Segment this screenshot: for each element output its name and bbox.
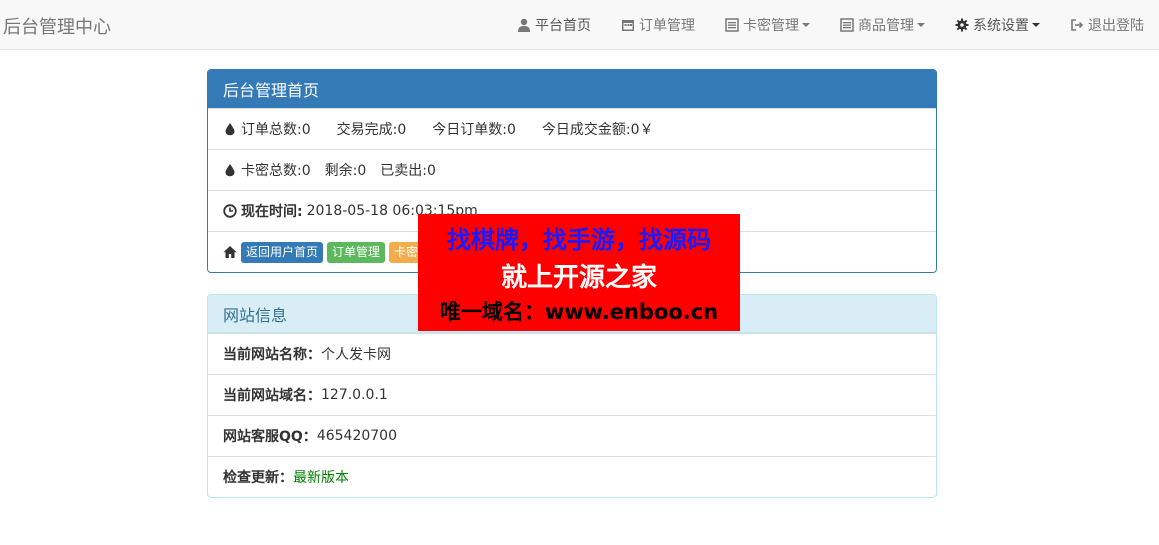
nav-label: 系统设置 [973,18,1029,34]
order-total: 订单总数:0 [241,122,311,138]
nav-label: 商品管理 [858,18,914,34]
support-qq-label: 网站客服QQ： [223,429,317,445]
site-domain-row: 当前网站域名： 127.0.0.1 [208,374,936,415]
check-update-row: 检查更新： 最新版本 [208,456,936,497]
watermark-line-3: 唯一域名：www.enboo.cn [439,300,719,324]
list-icon [840,18,854,32]
calendar-icon [622,20,634,31]
order-management-button[interactable]: 订单管理 [327,241,386,263]
list-icon [725,18,739,32]
watermark-line-1: 找棋牌，找手游，找源码 [447,226,711,254]
caret-down-icon [802,23,810,27]
logout-icon [1071,19,1084,31]
nav-label: 平台首页 [535,18,591,34]
brand-title[interactable]: 后台管理中心 [3,13,111,39]
nav-item-orders[interactable]: 订单管理 [606,0,710,50]
caret-down-icon [917,23,925,27]
cards-stats-row: 卡密总数:0 剩余:0 已卖出:0 [208,149,936,190]
main-nav: 平台首页 订单管理 卡密管理 商品管理 系统设置 退出登陆 [502,0,1159,50]
nav-label: 退出登陆 [1088,18,1144,34]
top-navbar: 后台管理中心 平台首页 订单管理 卡密管理 商品管理 系统设置 退出登陆 [0,0,1159,50]
order-today-amount: 今日成交金额:0￥ [541,122,654,138]
user-icon [518,18,530,32]
nav-item-system-settings[interactable]: 系统设置 [940,0,1055,50]
site-domain-label: 当前网站域名： [223,388,321,404]
gear-icon [955,18,969,32]
support-qq-row: 网站客服QQ： 465420700 [208,415,936,456]
caret-down-icon [1032,23,1040,27]
nav-label: 订单管理 [639,18,695,34]
site-name-label: 当前网站名称： [223,347,321,363]
card-total: 卡密总数:0 [241,163,311,179]
site-name-value: 个人发卡网 [321,347,391,363]
order-completed: 交易完成:0 [336,122,407,138]
nav-label: 卡密管理 [743,18,799,34]
back-to-user-home-button[interactable]: 返回用户首页 [241,241,324,263]
panel-title: 后台管理首页 [208,70,936,108]
nav-item-platform-home[interactable]: 平台首页 [502,0,606,50]
orders-stats-row: 订单总数:0 交易完成:0 今日订单数:0 今日成交金额:0￥ [208,108,936,149]
site-domain-value: 127.0.0.1 [321,387,388,403]
watermark-line-2: 就上开源之家 [500,263,657,293]
current-time-label: 现在时间: [241,204,303,220]
tint-icon [225,123,235,136]
card-sold: 已卖出:0 [380,163,436,179]
card-remaining: 剩余:0 [324,163,367,179]
watermark-banner: 找棋牌，找手游，找源码 就上开源之家 唯一域名：www.enboo.cn [418,214,740,331]
home-icon [223,246,237,258]
tint-icon [225,164,235,177]
check-update-value[interactable]: 最新版本 [293,467,349,487]
site-name-row: 当前网站名称： 个人发卡网 [208,333,936,374]
nav-item-products[interactable]: 商品管理 [825,0,940,50]
order-today: 今日订单数:0 [432,122,516,138]
clock-icon [223,204,237,218]
check-update-label: 检查更新： [223,470,293,486]
nav-item-card-keys[interactable]: 卡密管理 [710,0,825,50]
nav-item-logout[interactable]: 退出登陆 [1055,0,1159,50]
support-qq-value: 465420700 [316,428,397,444]
